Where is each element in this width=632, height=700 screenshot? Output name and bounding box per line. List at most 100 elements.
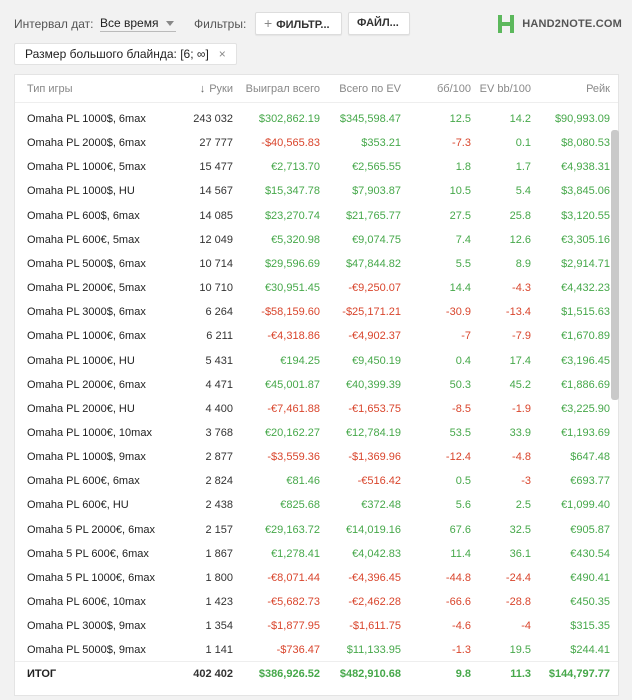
cell-rake: $90,993.09 [554,113,610,125]
close-icon[interactable]: × [219,44,226,64]
cell-game-type: Omaha PL 600$, 6max [27,209,140,222]
cell-won-total: €45,001.87 [264,378,320,391]
cell-ev-bb100: 32.5 [509,523,531,536]
cell-ev-total: $47,844.82 [345,257,401,270]
table-row[interactable]: Omaha PL 1000€, HU 5 431 €194.25 €9,450.19 0… [15,349,618,373]
cell-won-total: €30,951.45 [264,282,320,295]
cell-ev-bb100: -4 [521,620,531,633]
table-row[interactable]: Omaha PL 3000$, 6max 6 264 -$58,159.60 -$25… [15,300,618,324]
table-row[interactable]: Omaha PL 5000$, 9max 1 141 -$736.47 $11,133… [15,638,618,662]
cell-ev-bb100: -3 [521,475,531,488]
cell-ev-total: €14,019.16 [345,523,401,536]
total-ev-total: $482,910.68 [339,668,401,680]
table-row[interactable]: Omaha PL 600€, 10max 1 423 -€5,682.73 -€2,4… [15,590,618,614]
cell-rake: $3,120.55 [561,209,610,222]
cell-ev-total: $7,903.87 [352,185,401,198]
col-header-won-total[interactable]: Выиграл всего [246,83,320,95]
cell-game-type: Omaha PL 1000€, 5max [27,161,146,174]
table-row[interactable]: Omaha 5 PL 600€, 6max 1 867 €1,278.41 €4,04… [15,542,618,566]
cell-hands: 1 354 [205,620,233,633]
table-row[interactable]: Omaha 5 PL 2000€, 6max 2 157 €29,163.72 €14… [15,518,618,542]
cell-game-type: Omaha PL 1000€, HU [27,354,135,367]
cell-ev-bb100: -4.3 [512,282,531,295]
file-button[interactable]: ФАЙЛ... [348,12,410,35]
cell-won-total: €5,320.98 [271,233,320,246]
table-row[interactable]: Omaha PL 2000€, HU 4 400 -€7,461.88 -€1,653… [15,397,618,421]
cell-ev-total: €4,042.83 [352,547,401,560]
col-header-ev-bb100[interactable]: EV bb/100 [480,83,531,95]
cell-bb100: -8.5 [452,402,471,415]
cell-hands: 10 710 [199,282,233,295]
cell-ev-total: -$1,369.96 [348,451,401,464]
table-row[interactable]: Omaha PL 600€, HU 2 438 €825.68 €372.48 5.6 2… [15,493,618,517]
interval-select[interactable]: Все время [100,14,176,32]
table-row[interactable]: Omaha PL 1000$, HU 14 567 $15,347.78 $7,903… [15,179,618,203]
table-row[interactable]: Omaha PL 600$, 6max 14 085 $23,270.74 $21,7… [15,204,618,228]
cell-rake: €1,099.40 [561,499,610,512]
col-header-bb100[interactable]: бб/100 [437,83,471,95]
cell-ev-bb100: 33.9 [509,426,531,439]
cell-won-total: -$58,159.60 [261,306,320,319]
cell-rake: €1,193.69 [561,426,610,439]
cell-won-total: €825.68 [280,499,320,512]
logo: HAND2NOTE.COM [496,12,622,36]
table-row[interactable]: Omaha PL 600€, 5max 12 049 €5,320.98 €9,074… [15,228,618,252]
cell-hands: 10 714 [199,257,233,270]
table-row[interactable]: Omaha PL 1000€, 5max 15 477 €2,713.70 €2,56… [15,155,618,179]
table-row[interactable]: Omaha PL 2000€, 5max 10 710 €30,951.45 -€9,… [15,276,618,300]
scrollbar[interactable] [611,130,619,400]
cell-won-total: -€5,682.73 [267,596,320,608]
cell-hands: 2 877 [205,451,233,464]
cell-bb100: -30.9 [445,306,471,319]
cell-ev-total: -€9,250.07 [348,282,401,295]
cell-bb100: -44.8 [445,571,471,584]
active-filter-chip: Размер большого блайнда: [6; ∞] × [14,43,237,65]
col-header-rake[interactable]: Рейк [586,83,610,95]
col-header-game-type[interactable]: Тип игры [27,83,73,95]
cell-hands: 14 085 [199,209,233,222]
cell-game-type: Omaha PL 3000$, 6max [27,306,146,319]
cell-won-total: -€7,461.88 [267,402,320,415]
cell-rake: €3,225.90 [561,402,610,415]
cell-rake: €4,432.23 [561,282,610,295]
cell-won-total: €29,163.72 [264,523,320,536]
col-header-ev-total[interactable]: Всего по EV [339,83,401,95]
filter-button-label: ФИЛЬТР... [276,19,330,31]
cell-bb100: 7.4 [455,233,471,246]
cell-hands: 4 471 [205,378,233,391]
col-header-hands[interactable]: ↓ Руки [200,83,233,95]
cell-bb100: 50.3 [449,378,471,391]
cell-ev-total: -$1,611.75 [349,620,401,633]
cell-bb100: 0.4 [455,354,471,367]
filter-button[interactable]: + ФИЛЬТР... [255,12,342,35]
cell-rake: €490.41 [570,571,610,584]
table-row[interactable]: Omaha PL 1000€, 6max 6 211 -€4,318.86 -€4,9… [15,324,618,348]
table-row[interactable]: Omaha PL 2000$, 6max 27 777 -$40,565.83 $35… [15,131,618,155]
cell-won-total: €1,278.41 [271,547,320,560]
cell-ev-bb100: 17.4 [509,354,531,367]
cell-game-type: Omaha PL 3000$, 9max [27,620,146,633]
table-row[interactable]: Omaha PL 1000$, 9max 2 877 -$3,559.36 -$1,3… [15,445,618,469]
cell-game-type: Omaha PL 2000€, 5max [27,282,146,295]
cell-game-type: Omaha PL 5000$, 9max [27,644,146,657]
table-row[interactable]: Omaha PL 3000$, 9max 1 354 -$1,877.95 -$1,6… [15,614,618,638]
cell-game-type: Omaha 5 PL 1000€, 6max [27,571,156,584]
cell-rake: €450.35 [570,596,610,608]
cell-ev-bb100: -4.8 [512,451,531,464]
table-row[interactable]: Omaha PL 1000$, 6max 243 032 $302,862.19 $3… [15,107,618,131]
cell-ev-bb100: -1.9 [512,402,531,415]
cell-hands: 1 141 [205,644,233,657]
cell-rake: €693.77 [570,475,610,488]
cell-ev-bb100: 36.1 [509,547,531,560]
cell-ev-total: -€2,462.28 [348,596,401,608]
cell-ev-bb100: 25.8 [509,209,531,222]
table-row[interactable]: Omaha PL 1000€, 10max 3 768 €20,162.27 €12,… [15,421,618,445]
table-row[interactable]: Omaha 5 PL 1000€, 6max 1 800 -€8,071.44 -€4… [15,566,618,590]
cell-game-type: Omaha PL 1000$, HU [27,185,135,198]
cell-bb100: -7 [461,330,471,343]
table-row[interactable]: Omaha PL 600€, 6max 2 824 €81.46 -€516.42 0.… [15,469,618,493]
table-row[interactable]: Omaha PL 2000€, 6max 4 471 €45,001.87 €40,3… [15,373,618,397]
total-ev-bb100: 11.3 [510,668,531,680]
cell-hands: 243 032 [193,113,233,125]
table-row[interactable]: Omaha PL 5000$, 6max 10 714 $29,596.69 $47,… [15,252,618,276]
